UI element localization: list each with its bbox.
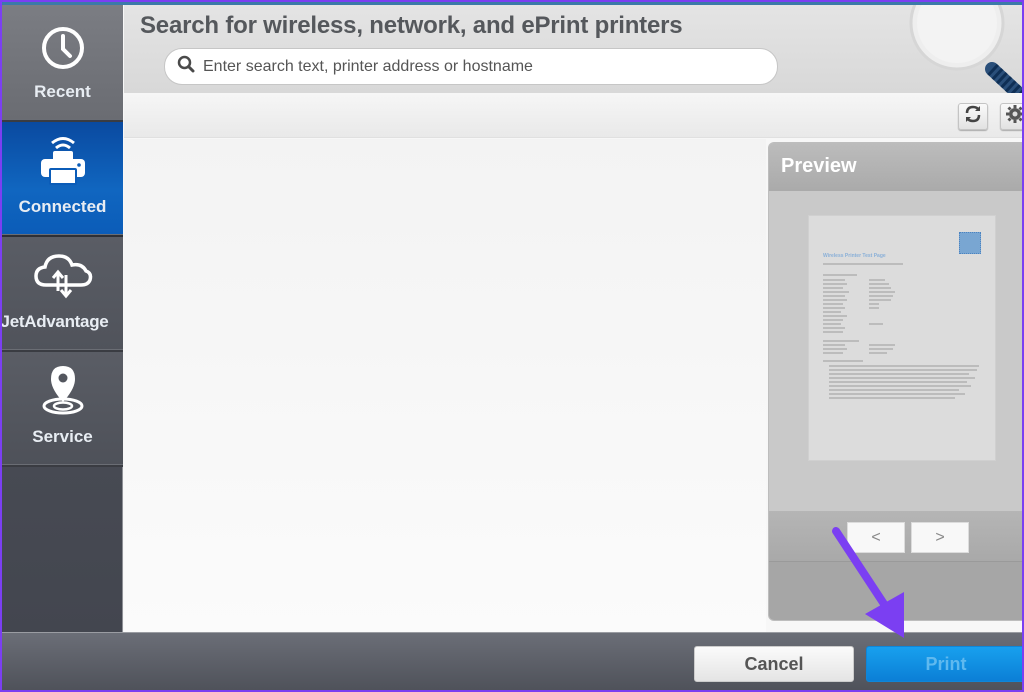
preview-text-line [823,299,847,301]
preview-text-line [823,327,845,329]
sidebar-item-connected[interactable]: Connected [2,122,123,237]
preview-text-line [869,299,891,301]
sidebar-item-label: Service [32,427,93,446]
preview-text-line [829,369,977,371]
preview-text-line [823,319,843,321]
magnifier-decoration-icon [902,2,1022,102]
preview-text-line [869,279,885,281]
page-title: Search for wireless, network, and ePrint… [140,12,683,39]
settings-button[interactable] [1000,103,1022,130]
preview-text-line [829,365,979,367]
preview-text-line [823,283,847,285]
dialog-footer: Cancel Print [2,632,1022,690]
preview-text-line [823,303,843,305]
sidebar-item-recent[interactable]: Recent [2,5,123,122]
preview-text-line [829,393,965,395]
preview-text-line [823,315,847,317]
preview-text-line [869,287,891,289]
preview-text-line [869,303,879,305]
preview-panel: Preview Wireless Printer Test Page < > [769,143,1022,620]
preview-text-line [823,360,863,362]
sidebar-item-jetadvantage[interactable]: JetAdvantage [2,237,123,352]
preview-text-line [823,287,843,289]
refresh-button[interactable] [958,103,988,130]
sidebar-item-label: JetAdvantage [2,312,109,331]
preview-nav-bar: < > [769,511,1022,561]
preview-text-line [823,291,849,293]
preview-text-line [869,344,895,346]
refresh-icon [963,104,983,129]
preview-text-line [869,295,893,297]
printer-list [124,139,766,632]
gear-icon [1005,104,1022,129]
preview-text-line [829,377,975,379]
cloud-sync-icon [32,251,94,306]
search-icon [177,55,195,78]
location-pin-icon [40,364,86,421]
printer-logo-icon [959,232,981,254]
cancel-button[interactable]: Cancel [694,646,854,682]
wireless-printer-icon [38,134,88,191]
search-header: Search for wireless, network, and ePrint… [124,2,1022,102]
preview-footer [769,561,1022,620]
preview-page-thumbnail: Wireless Printer Test Page [808,215,996,461]
preview-text-line [823,279,845,281]
sidebar: Recent Connected JetAdvantage Service [2,5,123,632]
preview-text-line [869,291,895,293]
preview-text-line [869,352,887,354]
preview-text-line [823,348,847,350]
preview-document-title: Wireless Printer Test Page [823,253,886,259]
preview-text-line [829,397,955,399]
preview-text-line [823,274,857,276]
preview-text-line [869,323,883,325]
print-button[interactable]: Print [866,646,1022,682]
preview-text-line [869,348,893,350]
preview-text-line [823,340,859,342]
search-box [164,48,778,85]
sidebar-item-label: Recent [34,82,91,101]
preview-text-line [829,373,969,375]
clock-icon [40,25,86,76]
preview-text-line [823,307,845,309]
preview-text-line [823,323,841,325]
preview-text-line [823,344,845,346]
preview-text-line [869,283,889,285]
preview-text-line [869,307,879,309]
preview-title: Preview [769,143,1022,191]
preview-text-line [823,352,843,354]
preview-text-line [823,311,841,313]
previous-page-button[interactable]: < [847,522,905,553]
sidebar-item-service[interactable]: Service [2,352,123,467]
sidebar-item-label: Connected [18,197,107,216]
next-page-button[interactable]: > [911,522,969,553]
search-input[interactable] [203,57,763,76]
preview-text-line [823,295,845,297]
preview-text-line [829,385,971,387]
preview-text-line [823,331,843,333]
preview-text-line [823,263,903,265]
preview-text-line [829,381,967,383]
hp-smart-print-dialog: Recent Connected JetAdvantage Service Se… [2,2,1022,690]
preview-text-line [829,389,959,391]
toolbar [124,93,1022,138]
